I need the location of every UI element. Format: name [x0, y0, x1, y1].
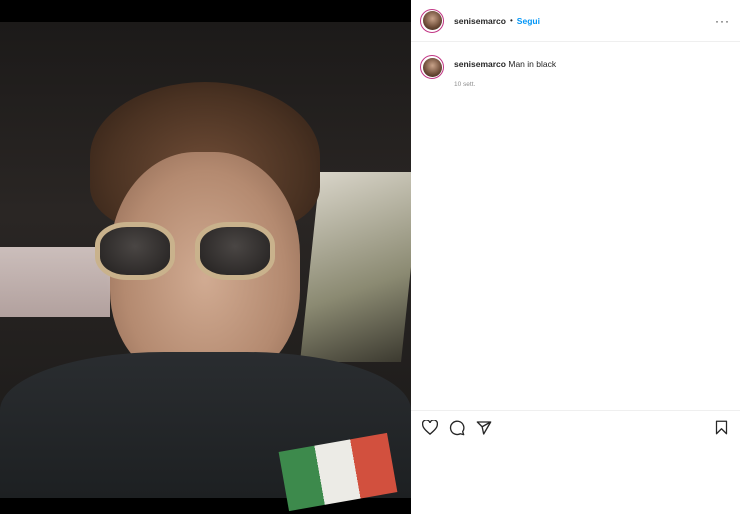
action-bar — [411, 410, 740, 444]
caption-text: Man in black — [508, 59, 557, 69]
post-side-panel: senisemarco • Segui ··· senisemarco Man … — [411, 0, 740, 514]
send-icon[interactable] — [475, 419, 493, 437]
caption-username[interactable]: senisemarco — [454, 59, 506, 69]
separator-dot: • — [509, 16, 513, 25]
follow-button[interactable]: Segui — [517, 16, 540, 26]
post-header: senisemarco • Segui ··· — [411, 0, 740, 42]
sunglasses-lens-left — [95, 222, 175, 280]
post-media[interactable] — [0, 0, 411, 514]
comment-icon[interactable] — [448, 419, 466, 437]
caption: senisemarco Man in black 10 sett. — [411, 42, 740, 88]
sunglasses — [95, 222, 280, 282]
more-options-button[interactable]: ··· — [715, 14, 730, 28]
post-timestamp[interactable]: 10 sett. — [454, 81, 556, 88]
sunglasses-lens-right — [195, 222, 275, 280]
heart-icon[interactable] — [421, 419, 439, 437]
bookmark-icon[interactable] — [712, 419, 730, 437]
header-username[interactable]: senisemarco — [454, 16, 506, 26]
caption-avatar[interactable] — [420, 55, 444, 79]
avatar[interactable] — [420, 8, 444, 33]
post-photo — [0, 22, 411, 512]
car-window-left — [0, 247, 110, 317]
